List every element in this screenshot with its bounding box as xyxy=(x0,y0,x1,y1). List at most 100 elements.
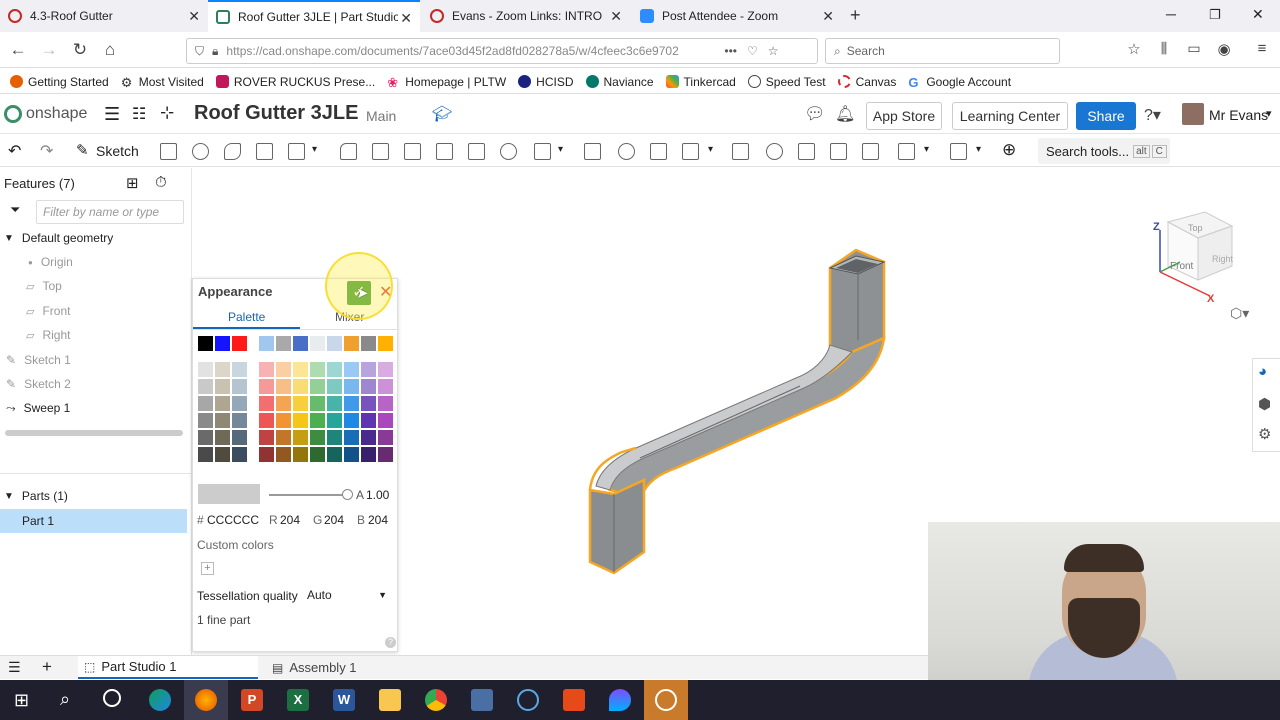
alpha-value[interactable]: 1.00 xyxy=(366,488,389,502)
tab-manager-icon[interactable]: ☰ xyxy=(8,659,21,676)
chrome-icon[interactable] xyxy=(425,689,447,711)
color-swatch[interactable] xyxy=(293,430,308,445)
view-options-icon[interactable]: ⬡▾ xyxy=(1230,305,1249,322)
powerpoint-icon[interactable]: P xyxy=(241,689,263,711)
color-swatch[interactable] xyxy=(310,430,325,445)
color-swatch[interactable] xyxy=(259,396,274,411)
color-swatch[interactable] xyxy=(310,336,325,351)
color-swatch[interactable] xyxy=(344,362,359,377)
color-swatch[interactable] xyxy=(276,413,291,428)
color-swatch[interactable] xyxy=(378,447,393,462)
color-swatch[interactable] xyxy=(361,336,376,351)
color-swatch[interactable] xyxy=(327,413,342,428)
color-swatch[interactable] xyxy=(361,362,376,377)
color-swatch[interactable] xyxy=(276,430,291,445)
color-swatch[interactable] xyxy=(293,447,308,462)
color-swatch[interactable] xyxy=(232,396,247,411)
color-swatch[interactable] xyxy=(344,336,359,351)
color-swatch[interactable] xyxy=(344,379,359,394)
color-swatch[interactable] xyxy=(259,447,274,462)
excel-icon[interactable]: X xyxy=(287,689,309,711)
b-input[interactable]: 204 xyxy=(368,513,388,527)
alpha-slider-track[interactable] xyxy=(269,494,347,496)
color-swatch[interactable] xyxy=(293,379,308,394)
firefox-icon[interactable] xyxy=(195,689,217,711)
paint-icon[interactable] xyxy=(609,689,631,711)
color-swatch[interactable] xyxy=(310,413,325,428)
color-swatch[interactable] xyxy=(327,430,342,445)
color-swatch[interactable] xyxy=(198,430,213,445)
edge-icon[interactable] xyxy=(149,689,171,711)
color-swatch[interactable] xyxy=(327,379,342,394)
parts-panel-icon[interactable]: ⬢ xyxy=(1258,395,1271,413)
color-swatch[interactable] xyxy=(259,379,274,394)
color-swatch[interactable] xyxy=(276,336,291,351)
color-swatch[interactable] xyxy=(310,362,325,377)
color-swatch[interactable] xyxy=(198,413,213,428)
color-swatch[interactable] xyxy=(327,336,342,351)
color-swatch[interactable] xyxy=(276,396,291,411)
gutter-part-model[interactable] xyxy=(588,248,886,575)
color-swatch[interactable] xyxy=(198,336,213,351)
add-tab-icon[interactable]: + xyxy=(42,657,52,677)
color-swatch[interactable] xyxy=(378,396,393,411)
color-swatch[interactable] xyxy=(276,362,291,377)
configurations-panel-icon[interactable]: ⚙ xyxy=(1258,425,1271,443)
color-swatch[interactable] xyxy=(293,396,308,411)
color-swatch[interactable] xyxy=(310,379,325,394)
color-swatch[interactable] xyxy=(215,379,230,394)
color-swatch[interactable] xyxy=(361,396,376,411)
color-swatch[interactable] xyxy=(293,413,308,428)
appearance-panel-icon[interactable]: ◕ xyxy=(1258,363,1267,380)
tab-assembly-1[interactable]: ▤ Assembly 1 xyxy=(266,656,446,679)
color-swatch[interactable] xyxy=(215,447,230,462)
g-input[interactable]: 204 xyxy=(324,513,344,527)
color-swatch[interactable] xyxy=(232,430,247,445)
color-swatch[interactable] xyxy=(276,379,291,394)
color-swatch[interactable] xyxy=(327,362,342,377)
cortana-icon[interactable] xyxy=(103,689,121,707)
color-swatch[interactable] xyxy=(378,413,393,428)
color-swatch[interactable] xyxy=(327,447,342,462)
color-swatch[interactable] xyxy=(259,362,274,377)
color-swatch[interactable] xyxy=(215,396,230,411)
color-swatch[interactable] xyxy=(327,396,342,411)
word-icon[interactable]: W xyxy=(333,689,355,711)
color-swatch[interactable] xyxy=(378,362,393,377)
obs-icon[interactable] xyxy=(517,689,539,711)
color-swatch[interactable] xyxy=(198,379,213,394)
color-swatch[interactable] xyxy=(344,413,359,428)
color-swatch[interactable] xyxy=(378,430,393,445)
color-swatch[interactable] xyxy=(198,447,213,462)
color-swatch[interactable] xyxy=(232,362,247,377)
color-swatch[interactable] xyxy=(378,379,393,394)
color-swatch[interactable] xyxy=(293,336,308,351)
color-swatch[interactable] xyxy=(232,336,247,351)
color-swatch[interactable] xyxy=(198,362,213,377)
color-swatch[interactable] xyxy=(361,379,376,394)
color-swatch[interactable] xyxy=(344,396,359,411)
color-swatch[interactable] xyxy=(259,413,274,428)
calculator-icon[interactable] xyxy=(471,689,493,711)
color-swatch[interactable] xyxy=(310,447,325,462)
color-swatch[interactable] xyxy=(344,447,359,462)
color-swatch[interactable] xyxy=(198,396,213,411)
windows-start-icon[interactable]: ⊞ xyxy=(14,690,29,711)
color-swatch[interactable] xyxy=(232,379,247,394)
color-swatch[interactable] xyxy=(310,396,325,411)
search-icon[interactable]: ⌕ xyxy=(60,689,70,710)
add-custom-color-button[interactable]: + xyxy=(201,562,214,575)
color-swatch[interactable] xyxy=(215,362,230,377)
color-swatch[interactable] xyxy=(344,430,359,445)
color-swatch[interactable] xyxy=(215,336,230,351)
snip-tool-icon[interactable] xyxy=(563,689,585,711)
color-swatch[interactable] xyxy=(361,430,376,445)
hex-input[interactable]: CCCCCC xyxy=(207,513,259,527)
color-swatch[interactable] xyxy=(232,447,247,462)
color-swatch[interactable] xyxy=(259,430,274,445)
alpha-slider-handle[interactable] xyxy=(342,489,353,500)
recorder-icon[interactable] xyxy=(655,689,677,711)
color-swatch[interactable] xyxy=(215,430,230,445)
color-swatch[interactable] xyxy=(378,336,393,351)
r-input[interactable]: 204 xyxy=(280,513,300,527)
